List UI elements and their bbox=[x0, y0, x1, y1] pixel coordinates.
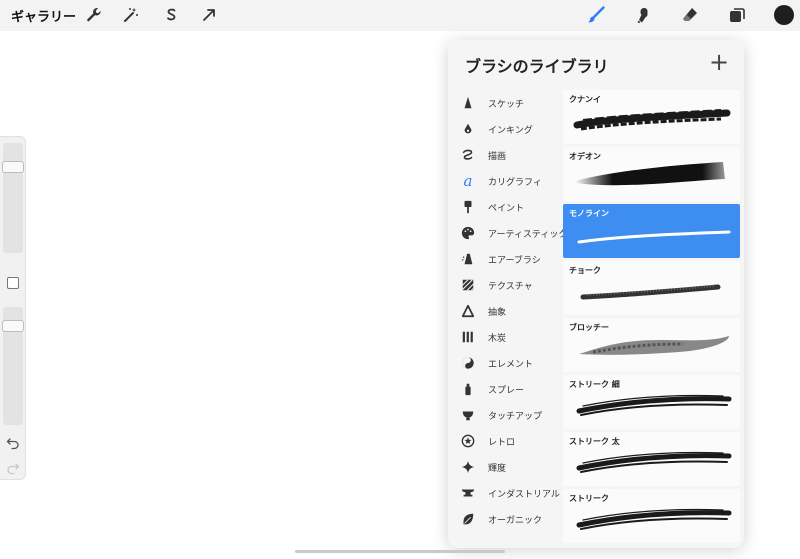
brush-stroke-preview bbox=[576, 394, 732, 416]
category-item[interactable]: エレメント bbox=[448, 353, 563, 375]
brush-item[interactable]: ストリーク 細 bbox=[563, 375, 740, 429]
gallery-button[interactable]: ギャラリー bbox=[11, 6, 76, 25]
category-label: カリグラフィ bbox=[488, 178, 542, 188]
brush-item[interactable]: オデオン bbox=[563, 147, 740, 201]
opacity-slider[interactable] bbox=[2, 307, 24, 425]
brush-item[interactable]: ストリーク 太 bbox=[563, 432, 740, 486]
brush-item[interactable]: ストリーク bbox=[563, 489, 740, 543]
edited-brush-icon bbox=[724, 378, 734, 388]
texture-icon bbox=[460, 277, 476, 293]
color-swatch-icon[interactable] bbox=[773, 4, 795, 26]
brush-stroke-preview bbox=[573, 109, 731, 131]
brush-stroke-preview bbox=[576, 508, 732, 530]
brush-item[interactable]: モノライン bbox=[563, 204, 740, 258]
category-label: テクスチャ bbox=[488, 282, 533, 292]
category-item[interactable]: 描画 bbox=[448, 145, 563, 167]
category-item[interactable]: ペイント bbox=[448, 197, 563, 219]
calligraphy-a-icon: a bbox=[463, 171, 473, 190]
airbrush-icon bbox=[460, 251, 476, 267]
paint-brush-icon bbox=[460, 199, 476, 215]
category-label: インキング bbox=[488, 126, 533, 136]
category-label: ペイント bbox=[488, 204, 525, 214]
brush-icon[interactable] bbox=[586, 5, 606, 25]
sparkle-icon bbox=[460, 459, 476, 475]
category-label: 木炭 bbox=[488, 334, 507, 344]
charcoal-icon bbox=[460, 329, 476, 345]
opacity-thumb[interactable] bbox=[2, 320, 24, 332]
element-yin-yang-icon bbox=[460, 355, 476, 371]
panel-title: ブラシのライブラリ bbox=[465, 57, 609, 76]
anvil-icon bbox=[460, 485, 476, 501]
eraser-icon[interactable] bbox=[680, 5, 700, 25]
category-item[interactable]: 抽象 bbox=[448, 301, 563, 323]
magic-wand-icon[interactable] bbox=[121, 5, 141, 25]
brush-item[interactable]: チョーク bbox=[563, 261, 740, 315]
leaf-icon bbox=[460, 511, 476, 527]
category-list: スケッチインキング描画 a カリグラフィ ペイントアーティスティック エアーブラシ テクス… bbox=[448, 90, 567, 548]
category-label: インダストリアル bbox=[488, 490, 560, 500]
brush-stroke-preview bbox=[575, 162, 725, 186]
squiggle-icon bbox=[460, 147, 476, 163]
ink-drop-icon bbox=[460, 121, 476, 137]
layers-icon[interactable] bbox=[727, 5, 747, 25]
smudge-icon[interactable] bbox=[633, 5, 653, 25]
touchup-icon bbox=[460, 407, 476, 423]
category-label: レトロ bbox=[488, 438, 516, 448]
category-label: 描画 bbox=[488, 152, 507, 162]
transform-arrow-icon[interactable] bbox=[199, 5, 219, 25]
brush-item[interactable]: ブロッチー bbox=[563, 318, 740, 372]
category-item[interactable]: アーティスティック bbox=[448, 223, 567, 245]
selection-s-icon[interactable] bbox=[161, 5, 181, 25]
category-label: スプレー bbox=[488, 386, 525, 396]
category-item[interactable]: エアーブラシ bbox=[448, 249, 563, 271]
brush-stroke-preview bbox=[579, 336, 729, 355]
top-toolbar: ギャラリー bbox=[0, 0, 800, 31]
category-label: アーティスティック bbox=[488, 230, 568, 240]
retro-star-icon bbox=[460, 433, 476, 449]
edited-brush-icon bbox=[724, 435, 734, 445]
home-indicator bbox=[295, 550, 505, 553]
category-item[interactable]: テクスチャ bbox=[448, 275, 563, 297]
category-item[interactable]: インダストリアル bbox=[448, 483, 563, 505]
undo-icon[interactable] bbox=[6, 435, 20, 450]
add-brush-button[interactable]: + bbox=[706, 50, 732, 76]
brush-stroke-preview bbox=[576, 451, 732, 473]
category-item[interactable]: タッチアップ bbox=[448, 405, 563, 427]
brush-size-slider[interactable] bbox=[2, 143, 24, 253]
brush-list: クナンイ オデオン モノライン チョーク ブロッチー ストリーク 細ストリーク 太ストリー… bbox=[563, 90, 744, 548]
pencil-tip-icon bbox=[460, 95, 476, 111]
category-item[interactable]: オーガニック bbox=[448, 509, 563, 531]
category-item[interactable]: インキング bbox=[448, 119, 563, 141]
category-item[interactable]: スプレー bbox=[448, 379, 563, 401]
redo-icon[interactable] bbox=[6, 460, 20, 475]
category-label: タッチアップ bbox=[488, 412, 543, 422]
left-sidebar bbox=[0, 136, 26, 480]
category-item[interactable]: 輝度 bbox=[448, 457, 563, 479]
category-item[interactable]: a カリグラフィ bbox=[448, 171, 563, 193]
brush-library-panel: ブラシのライブラリ + スケッチインキング描画 a カリグラフィ ペイントアーティステ… bbox=[448, 40, 744, 548]
wrench-icon[interactable] bbox=[84, 5, 104, 25]
triangle-icon bbox=[460, 303, 476, 319]
brush-stroke-preview bbox=[580, 284, 721, 300]
category-label: 輝度 bbox=[488, 464, 507, 474]
modify-button[interactable] bbox=[7, 277, 19, 289]
brush-stroke-preview bbox=[577, 230, 731, 244]
category-item[interactable]: レトロ bbox=[448, 431, 563, 453]
spray-can-icon bbox=[460, 381, 476, 397]
category-label: 抽象 bbox=[488, 308, 507, 318]
brush-item[interactable]: クナンイ bbox=[563, 90, 740, 144]
category-label: エアーブラシ bbox=[488, 256, 541, 266]
category-item[interactable]: スケッチ bbox=[448, 93, 563, 115]
category-label: スケッチ bbox=[488, 100, 525, 110]
category-item[interactable]: 木炭 bbox=[448, 327, 563, 349]
palette-icon bbox=[460, 225, 476, 241]
brush-size-thumb[interactable] bbox=[2, 161, 24, 173]
category-label: オーガニック bbox=[488, 516, 543, 526]
category-label: エレメント bbox=[488, 360, 534, 370]
